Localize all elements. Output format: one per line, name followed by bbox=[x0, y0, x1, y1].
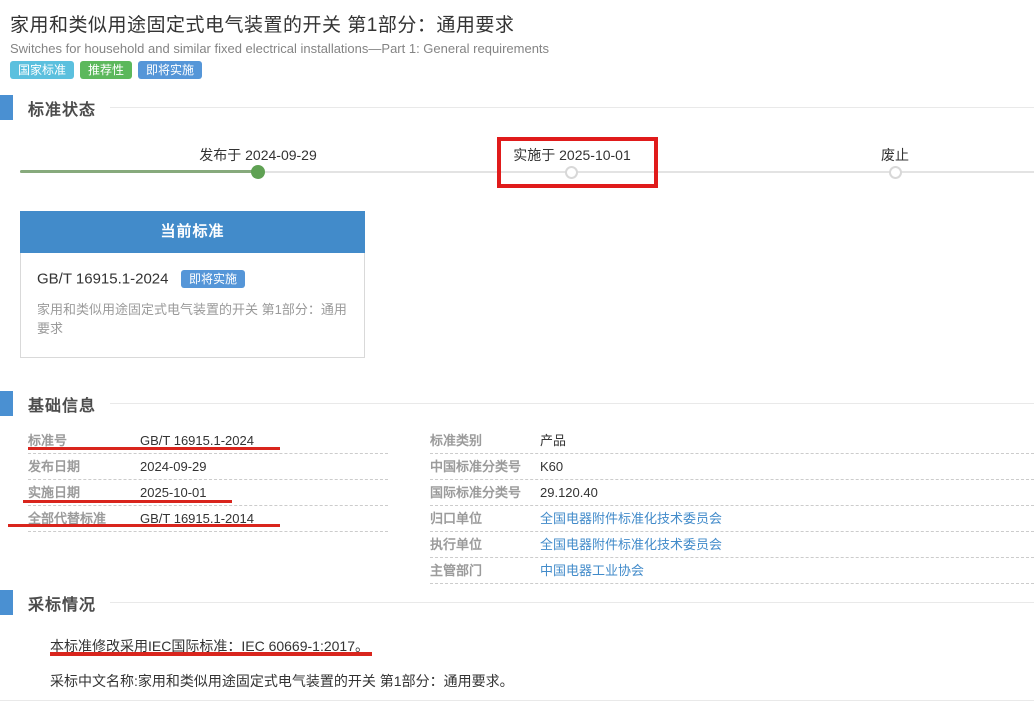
section-heading: 标准状态 bbox=[28, 96, 96, 120]
info-value: 2025-10-01 bbox=[140, 485, 207, 500]
timeline-dot-abolished-icon bbox=[889, 166, 902, 179]
info-row: 标准号GB/T 16915.1-2024 bbox=[28, 428, 388, 454]
section-adoption: 采标情况 bbox=[0, 590, 1034, 615]
info-label: 执行单位 bbox=[430, 532, 540, 557]
basic-info-table-left: 标准号GB/T 16915.1-2024发布日期2024-09-29实施日期20… bbox=[28, 428, 388, 532]
page-subtitle-en: Switches for household and similar fixed… bbox=[10, 41, 549, 56]
standard-description: 家用和类似用途固定式电气装置的开关 第1部分：通用要求 bbox=[37, 299, 348, 337]
annotation-underline-iec-standard bbox=[50, 652, 372, 656]
info-row: 执行单位全国电器附件标准化技术委员会 bbox=[430, 532, 1034, 558]
info-row: 国际标准分类号29.120.40 bbox=[430, 480, 1034, 506]
timeline-progress bbox=[20, 170, 258, 173]
bottom-divider bbox=[0, 700, 1034, 701]
status-timeline: 发布于 2024-09-29 实施于 2025-10-01 废止 bbox=[0, 130, 1034, 202]
section-marker-icon bbox=[0, 95, 13, 120]
annotation-underline-standard-number bbox=[28, 447, 280, 450]
adoption-chinese-name: 采标中文名称:家用和类似用途固定式电气装置的开关 第1部分：通用要求。 bbox=[50, 671, 514, 691]
card-code-row: GB/T 16915.1-2024 即将实施 bbox=[37, 270, 348, 288]
current-standard-card[interactable]: 当前标准 GB/T 16915.1-2024 即将实施 家用和类似用途固定式电气… bbox=[20, 211, 365, 358]
timeline-dot-published-icon bbox=[251, 165, 265, 179]
badge: 国家标准 bbox=[10, 61, 74, 79]
section-divider bbox=[110, 403, 1034, 404]
info-row: 主管部门中国电器工业协会 bbox=[430, 558, 1034, 584]
info-value: K60 bbox=[540, 459, 563, 474]
timeline-label-abolished: 废止 bbox=[881, 145, 909, 165]
section-marker-icon bbox=[0, 391, 13, 416]
badge: 即将实施 bbox=[138, 61, 202, 79]
section-standard-status: 标准状态 bbox=[0, 95, 1034, 120]
standard-detail-page: 家用和类似用途固定式电气装置的开关 第1部分：通用要求 Switches for… bbox=[0, 0, 1034, 705]
section-marker-icon bbox=[0, 590, 13, 615]
info-value-link[interactable]: 中国电器工业协会 bbox=[540, 563, 644, 578]
info-row: 归口单位全国电器附件标准化技术委员会 bbox=[430, 506, 1034, 532]
info-value: 2024-09-29 bbox=[140, 459, 207, 474]
basic-info-table-right: 标准类别产品中国标准分类号K60国际标准分类号29.120.40归口单位全国电器… bbox=[430, 428, 1034, 584]
info-value-link[interactable]: 全国电器附件标准化技术委员会 bbox=[540, 511, 722, 526]
annotation-underline-effective-date bbox=[23, 500, 232, 503]
card-body: GB/T 16915.1-2024 即将实施 家用和类似用途固定式电气装置的开关… bbox=[20, 253, 365, 358]
section-divider bbox=[110, 107, 1034, 108]
card-header: 当前标准 bbox=[20, 211, 365, 253]
standard-code: GB/T 16915.1-2024 bbox=[37, 271, 168, 288]
info-value: 产品 bbox=[540, 433, 566, 448]
info-row: 全部代替标准GB/T 16915.1-2014 bbox=[28, 506, 388, 532]
annotation-box-effective-date bbox=[497, 137, 658, 188]
section-heading: 采标情况 bbox=[28, 591, 96, 615]
info-row: 中国标准分类号K60 bbox=[430, 454, 1034, 480]
info-label: 标准类别 bbox=[430, 428, 540, 453]
info-label: 全部代替标准 bbox=[28, 506, 140, 531]
section-divider bbox=[110, 602, 1034, 603]
info-label: 归口单位 bbox=[430, 506, 540, 531]
info-label: 中国标准分类号 bbox=[430, 454, 540, 479]
badge: 推荐性 bbox=[80, 61, 132, 79]
info-value: 29.120.40 bbox=[540, 485, 598, 500]
section-heading: 基础信息 bbox=[28, 392, 96, 416]
section-basic-info: 基础信息 bbox=[0, 391, 1034, 416]
info-row: 发布日期2024-09-29 bbox=[28, 454, 388, 480]
info-value-link[interactable]: 全国电器附件标准化技术委员会 bbox=[540, 537, 722, 552]
info-label: 发布日期 bbox=[28, 454, 140, 479]
badge-row: 国家标准推荐性即将实施 bbox=[10, 61, 202, 79]
page-title: 家用和类似用途固定式电气装置的开关 第1部分：通用要求 bbox=[10, 10, 514, 37]
timeline-label-published: 发布于 2024-09-29 bbox=[199, 145, 317, 165]
info-value: GB/T 16915.1-2024 bbox=[140, 433, 254, 448]
info-label: 主管部门 bbox=[430, 558, 540, 583]
status-badge: 即将实施 bbox=[181, 270, 245, 288]
info-row: 标准类别产品 bbox=[430, 428, 1034, 454]
info-label: 国际标准分类号 bbox=[430, 480, 540, 505]
annotation-underline-replaced-standard bbox=[8, 524, 280, 527]
